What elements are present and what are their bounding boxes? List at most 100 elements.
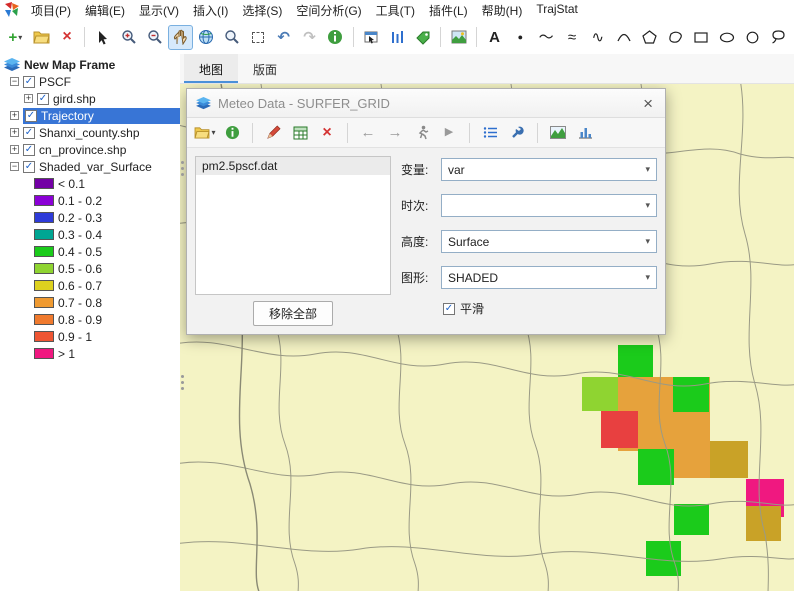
menu-item-3[interactable]: 插入(I) bbox=[186, 0, 235, 21]
tree-node-trajectory[interactable]: + ✓ Trajectory bbox=[0, 107, 180, 124]
legend-item[interactable]: 0.5 - 0.6 bbox=[0, 260, 180, 277]
draw-arc-button[interactable] bbox=[611, 25, 636, 50]
draw-rectangle-button[interactable] bbox=[689, 25, 714, 50]
collapse-icon[interactable]: − bbox=[10, 77, 19, 86]
dialog-open-file-button[interactable]: ▾ bbox=[194, 122, 216, 144]
draw-curve-button[interactable]: ∿ bbox=[585, 25, 610, 50]
menu-item-7[interactable]: 插件(L) bbox=[422, 0, 475, 21]
tree-node-shaded-var-surface[interactable]: − ✓ Shaded_var_Surface bbox=[0, 158, 180, 175]
draw-ellipse-button[interactable] bbox=[715, 25, 740, 50]
draw-circle-button[interactable] bbox=[740, 25, 765, 50]
smooth-checkbox[interactable]: ✓ bbox=[443, 303, 455, 315]
insert-image-button[interactable] bbox=[446, 25, 471, 50]
expand-icon[interactable]: + bbox=[10, 111, 19, 120]
layer-checkbox[interactable]: ✓ bbox=[23, 76, 35, 88]
add-layer-button[interactable]: +▾ bbox=[3, 25, 28, 50]
dialog-map-plot-button[interactable] bbox=[547, 122, 569, 144]
legend-item[interactable]: 0.2 - 0.3 bbox=[0, 209, 180, 226]
level-select[interactable]: Surface▾ bbox=[441, 230, 657, 253]
menu-item-1[interactable]: 编辑(E) bbox=[78, 0, 132, 21]
lasso-select-button[interactable] bbox=[766, 25, 791, 50]
vertical-profile-button[interactable] bbox=[385, 25, 410, 50]
pan-button[interactable] bbox=[168, 25, 193, 50]
menu-item-2[interactable]: 显示(V) bbox=[132, 0, 186, 21]
legend-item[interactable]: 0.8 - 0.9 bbox=[0, 311, 180, 328]
expand-icon[interactable]: + bbox=[24, 94, 33, 103]
layer-checkbox[interactable]: ✓ bbox=[23, 144, 35, 156]
time-select[interactable]: ▾ bbox=[441, 194, 657, 217]
undo-button[interactable]: ↶ bbox=[271, 25, 296, 50]
legend-item[interactable]: 0.3 - 0.4 bbox=[0, 226, 180, 243]
menu-item-6[interactable]: 工具(T) bbox=[369, 0, 422, 21]
splitter-handle[interactable] bbox=[181, 372, 185, 393]
plot-type-select[interactable]: SHADED▾ bbox=[441, 266, 657, 289]
expand-icon[interactable]: + bbox=[10, 145, 19, 154]
full-extent-button[interactable] bbox=[194, 25, 219, 50]
dialog-table-button[interactable] bbox=[289, 122, 311, 144]
tab-map[interactable]: 地图 bbox=[184, 54, 238, 83]
dialog-titlebar[interactable]: Meteo Data - SURFER_GRID × bbox=[187, 89, 665, 118]
dialog-settings-button[interactable] bbox=[506, 122, 528, 144]
dialog-animate-button[interactable] bbox=[411, 122, 433, 144]
expand-icon[interactable]: + bbox=[10, 128, 19, 137]
dialog-info-button[interactable] bbox=[221, 122, 243, 144]
dialog-step-button[interactable]: ▶ bbox=[438, 122, 460, 144]
legend-item[interactable]: > 1 bbox=[0, 345, 180, 362]
variable-select[interactable]: var▾ bbox=[441, 158, 657, 181]
menu-item-0[interactable]: 项目(P) bbox=[24, 0, 78, 21]
dialog-next-button[interactable]: → bbox=[384, 122, 406, 144]
layer-checkbox[interactable]: ✓ bbox=[37, 93, 49, 105]
select-cursor-button[interactable] bbox=[90, 25, 115, 50]
select-rectangle-button[interactable] bbox=[245, 25, 270, 50]
draw-freehand-button[interactable]: ≈ bbox=[560, 25, 585, 50]
dialog-prev-button[interactable]: ← bbox=[357, 122, 379, 144]
collapse-icon[interactable]: − bbox=[10, 162, 19, 171]
menu-item-9[interactable]: TrajStat bbox=[529, 0, 585, 21]
draw-point-button[interactable]: ● bbox=[508, 25, 533, 50]
legend-item[interactable]: 0.6 - 0.7 bbox=[0, 277, 180, 294]
tree-node-shanxi-county[interactable]: + ✓ Shanxi_county.shp bbox=[0, 124, 180, 141]
zoom-in-button[interactable] bbox=[116, 25, 141, 50]
dialog-remove-button[interactable]: × bbox=[316, 122, 338, 144]
splitter-handle[interactable] bbox=[181, 158, 185, 179]
label-button[interactable] bbox=[410, 25, 435, 50]
plot-type-label: 图形: bbox=[401, 269, 435, 286]
file-list-item[interactable]: pm2.5pscf.dat bbox=[196, 157, 390, 175]
remove-all-button[interactable]: 移除全部 bbox=[253, 301, 333, 326]
redo-button[interactable]: ↷ bbox=[297, 25, 322, 50]
dialog-histogram-button[interactable] bbox=[574, 122, 596, 144]
file-list[interactable]: pm2.5pscf.dat bbox=[195, 156, 391, 295]
close-project-button[interactable]: × bbox=[55, 25, 80, 50]
tree-node-gird-shp[interactable]: + ✓ gird.shp bbox=[0, 90, 180, 107]
legend-item[interactable]: 0.1 - 0.2 bbox=[0, 192, 180, 209]
menu-item-8[interactable]: 帮助(H) bbox=[475, 0, 530, 21]
legend-item[interactable]: 0.9 - 1 bbox=[0, 328, 180, 345]
menu-item-5[interactable]: 空间分析(G) bbox=[289, 0, 368, 21]
tree-node-pscf[interactable]: − ✓ PSCF bbox=[0, 73, 180, 90]
zoom-to-layer-button[interactable] bbox=[220, 25, 245, 50]
identify-feature-button[interactable] bbox=[359, 25, 384, 50]
zoom-out-button[interactable] bbox=[142, 25, 167, 50]
legend-item[interactable]: 0.7 - 0.8 bbox=[0, 294, 180, 311]
chevron-down-icon: ▾ bbox=[645, 236, 650, 247]
draw-polygon-button[interactable] bbox=[637, 25, 662, 50]
draw-freeform-button[interactable] bbox=[663, 25, 688, 50]
identify-info-button[interactable] bbox=[323, 25, 348, 50]
draw-polyline-button[interactable]: ～ bbox=[534, 25, 559, 50]
dialog-list-button[interactable] bbox=[479, 122, 501, 144]
dialog-close-button[interactable]: × bbox=[640, 95, 656, 112]
tab-layout[interactable]: 版面 bbox=[238, 54, 292, 83]
layer-checkbox[interactable]: ✓ bbox=[23, 161, 35, 173]
layer-checkbox[interactable]: ✓ bbox=[23, 127, 35, 139]
tree-node-cn-province[interactable]: + ✓ cn_province.shp bbox=[0, 141, 180, 158]
legend-item[interactable]: < 0.1 bbox=[0, 175, 180, 192]
variable-row: 变量: var▾ bbox=[401, 158, 657, 181]
open-file-button[interactable] bbox=[29, 25, 54, 50]
insert-text-button[interactable]: A bbox=[482, 25, 507, 50]
map-view[interactable]: Meteo Data - SURFER_GRID × ▾ × ← → ▶ bbox=[180, 84, 794, 591]
menu-item-4[interactable]: 选择(S) bbox=[235, 0, 289, 21]
dialog-draw-button[interactable] bbox=[262, 122, 284, 144]
legend-item[interactable]: 0.4 - 0.5 bbox=[0, 243, 180, 260]
layer-checkbox[interactable]: ✓ bbox=[25, 110, 37, 122]
tree-node-map-frame[interactable]: New Map Frame bbox=[0, 56, 180, 73]
